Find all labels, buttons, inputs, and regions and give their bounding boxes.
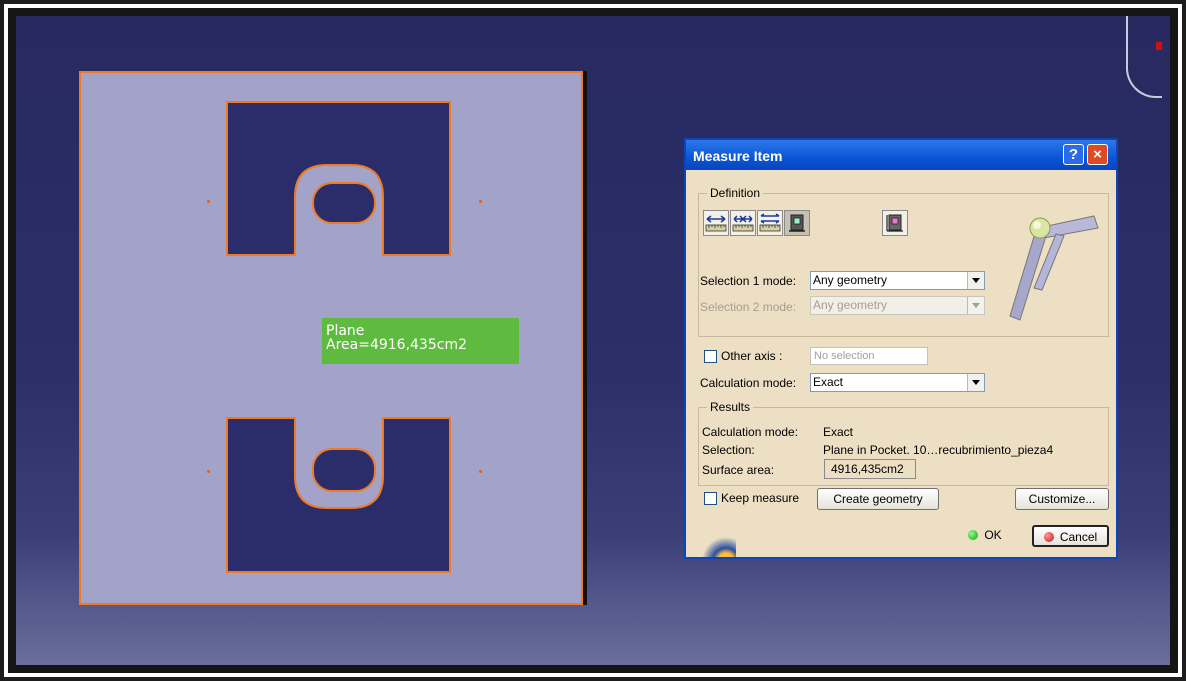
customize-button[interactable]: Customize... xyxy=(1015,488,1109,510)
pocket-bottom[interactable] xyxy=(226,417,452,573)
results-calc-mode-label: Calculation mode: xyxy=(702,425,799,439)
measure-between-icon[interactable] xyxy=(703,210,729,236)
results-legend: Results xyxy=(707,400,754,414)
selection2-value: Any geometry xyxy=(813,298,888,312)
measure-annotation[interactable]: Plane Area=4916,435cm2 xyxy=(322,318,519,364)
point-marker[interactable] xyxy=(207,470,210,473)
compass-icon[interactable] xyxy=(1126,16,1162,98)
chevron-down-icon[interactable] xyxy=(967,374,984,391)
chevron-down-icon[interactable] xyxy=(967,272,984,289)
pocket-top[interactable] xyxy=(226,101,452,256)
annotation-line-2: Area=4916,435cm2 xyxy=(326,337,467,353)
create-geometry-button[interactable]: Create geometry xyxy=(817,488,939,510)
cancel-icon xyxy=(1043,532,1054,542)
other-axis-label: Other axis : xyxy=(721,349,783,363)
measure-thickness-icon[interactable] xyxy=(882,210,908,236)
results-selection-label: Selection: xyxy=(702,443,755,457)
measure-between-chain-icon[interactable] xyxy=(730,210,756,236)
ok-icon xyxy=(968,530,979,540)
corner-decoration xyxy=(686,527,736,557)
calc-mode-value: Exact xyxy=(813,375,844,389)
point-marker[interactable] xyxy=(479,470,482,473)
chevron-down-icon xyxy=(967,297,984,314)
calc-mode-dropdown[interactable]: Exact xyxy=(810,373,985,392)
measure-item-dialog: Measure Item ? × Definition Selection 1 … xyxy=(684,138,1118,559)
ok-label: OK xyxy=(984,528,1002,542)
selection1-dropdown[interactable]: Any geometry xyxy=(810,271,985,290)
other-axis-field[interactable]: No selection xyxy=(810,347,928,365)
selection2-dropdown: Any geometry xyxy=(810,296,985,315)
surface-area-label: Surface area: xyxy=(702,463,775,477)
dialog-title-bar[interactable]: Measure Item ? × xyxy=(686,140,1116,170)
close-button[interactable]: × xyxy=(1087,144,1108,165)
results-selection-value: Plane in Pocket. 10…recubrimiento_pieza4 xyxy=(823,443,1054,457)
selection1-value: Any geometry xyxy=(813,273,888,287)
keep-measure-label: Keep measure xyxy=(721,491,800,505)
other-axis-checkbox[interactable] xyxy=(704,350,717,363)
selection2-label: Selection 2 mode: xyxy=(700,300,797,314)
point-marker[interactable] xyxy=(479,200,482,203)
measure-between-fan-icon[interactable] xyxy=(757,210,783,236)
keep-measure-checkbox[interactable] xyxy=(704,492,717,505)
calc-mode-label: Calculation mode: xyxy=(700,376,797,390)
cancel-button[interactable]: Cancel xyxy=(1032,525,1109,547)
measure-item-icon[interactable] xyxy=(784,210,810,236)
help-button[interactable]: ? xyxy=(1063,144,1084,165)
part-plane-face[interactable]: Plane Area=4916,435cm2 xyxy=(79,71,583,605)
surface-area-value: 4916,435cm2 xyxy=(824,459,916,479)
caliper-icon xyxy=(1009,215,1099,321)
selection1-label: Selection 1 mode: xyxy=(700,274,797,288)
cancel-label: Cancel xyxy=(1059,530,1098,544)
point-marker[interactable] xyxy=(207,200,210,203)
compass-marker-icon xyxy=(1156,42,1162,50)
annotation-line-1: Plane xyxy=(326,323,365,339)
dialog-title: Measure Item xyxy=(693,148,783,164)
results-calc-mode-value: Exact xyxy=(823,425,854,439)
ok-button[interactable]: OK xyxy=(948,525,1022,547)
definition-legend: Definition xyxy=(707,186,764,200)
